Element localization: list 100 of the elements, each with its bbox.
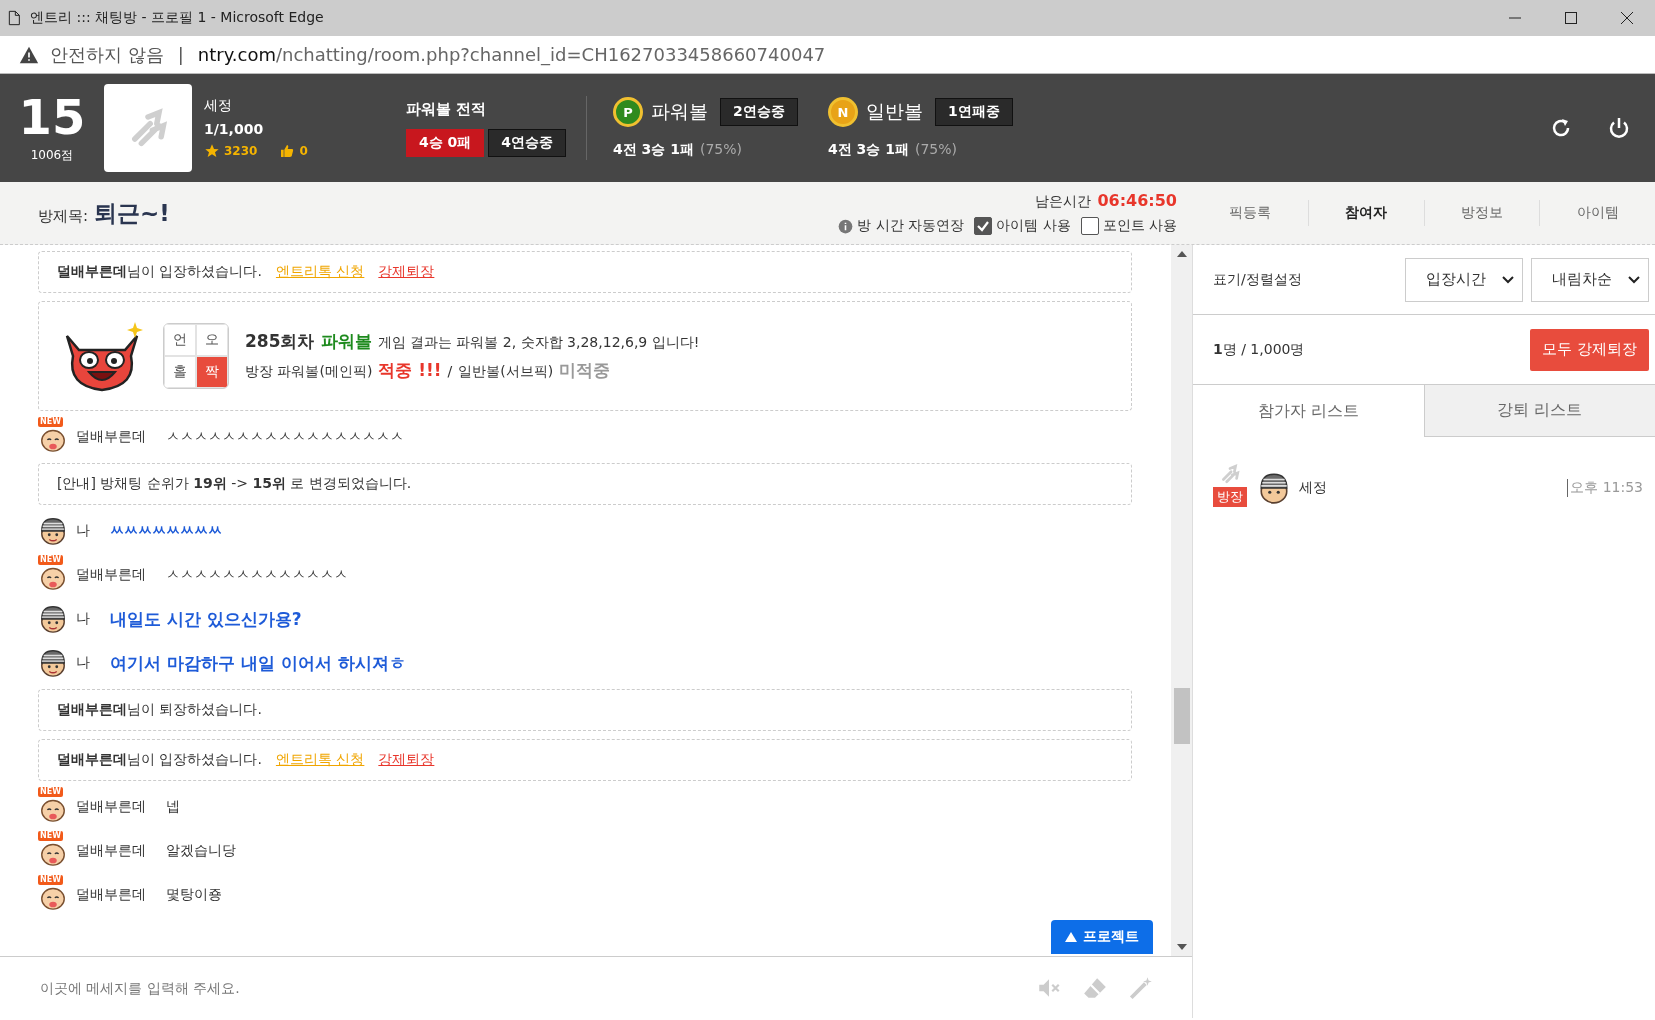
- remaining-time: 06:46:50: [1097, 191, 1177, 210]
- scrollbar[interactable]: [1171, 245, 1192, 956]
- triangle-up-icon: [1065, 932, 1077, 942]
- pick-result: 적중 !!!: [378, 359, 442, 382]
- pick-label: 일반볼(서브픽): [458, 363, 554, 381]
- scroll-down-icon[interactable]: [1176, 944, 1187, 950]
- new-badge: NEW: [38, 787, 63, 797]
- result-cell: 언: [164, 324, 196, 356]
- like-count: 0: [299, 144, 308, 158]
- scrollbar-thumb[interactable]: [1173, 688, 1190, 744]
- list-tab[interactable]: 강퇴 리스트: [1423, 385, 1655, 437]
- magic-wand-icon: [1128, 974, 1154, 1001]
- chat-message: 넵: [166, 798, 180, 816]
- user-name: 덜배부른데: [76, 842, 147, 860]
- notice-text: [안내] 방채팅 순위가 19위 -> 15위 로 변경되었습니다.: [57, 475, 412, 493]
- sort-label: 표기/정렬설정: [1213, 270, 1303, 289]
- kick-link[interactable]: 강제퇴장: [378, 751, 435, 769]
- pick-label: 방장 파워볼(메인픽): [245, 363, 373, 381]
- ball-coin: P: [613, 97, 643, 127]
- tab[interactable]: 아이템: [1539, 200, 1655, 226]
- new-badge: NEW: [38, 875, 63, 885]
- sort-dropdown[interactable]: 입장시간: [1405, 257, 1523, 302]
- kick-all-button[interactable]: 모두 강제퇴장: [1530, 328, 1649, 371]
- chat-message: 여기서 마감하구 내일 이어서 하시져ㅎ: [110, 651, 406, 675]
- member-count: 1/1,000: [204, 121, 265, 137]
- checkbox[interactable]: [1080, 217, 1099, 235]
- star-count: 3230: [224, 144, 258, 158]
- ball-name: 파워볼: [651, 99, 708, 124]
- checkbox[interactable]: [974, 217, 993, 235]
- message-input[interactable]: 이곳에 메세지를 입력해 주세요.: [38, 978, 1016, 997]
- scroll-up-icon[interactable]: [1176, 251, 1187, 257]
- close-icon: [1620, 11, 1634, 25]
- new-badge: NEW: [38, 417, 63, 427]
- notice-text: 덜배부른데님이 입장하셨습니다.: [57, 263, 262, 281]
- new-badge: NEW: [38, 555, 63, 565]
- new-badge: NEW: [38, 831, 63, 841]
- user-name: 나: [76, 610, 90, 628]
- ball-summary: 4전 3승 1패: [613, 141, 694, 157]
- chat-message: ㅅㅅㅅㅅㅅㅅㅅㅅㅅㅅㅅㅅㅅ: [166, 566, 348, 584]
- avatar-icon: [38, 648, 68, 678]
- caret-icon: [1502, 275, 1514, 284]
- notice-text: 덜배부른데님이 퇴장하셨습니다.: [57, 701, 262, 719]
- info-icon: [838, 218, 854, 234]
- logo-icon: [1219, 463, 1241, 485]
- chat-message: 내일도 시간 있으신가용?: [110, 607, 302, 631]
- participant-count: 1명 / 1,000명: [1213, 340, 1306, 359]
- record-title: 파워볼 전적: [406, 99, 488, 119]
- chat-message: 알겠습니당: [166, 842, 236, 860]
- sort-dropdown[interactable]: 내림차순: [1531, 257, 1649, 302]
- result-cell: 오: [196, 324, 228, 356]
- participant-name[interactable]: 세정: [1299, 479, 1560, 497]
- maximize-icon: [1564, 11, 1578, 25]
- avatar-icon: [38, 516, 68, 546]
- user-name: 덜배부른데: [76, 886, 147, 904]
- notice-text: 덜배부른데님이 입장하셨습니다.: [57, 751, 262, 769]
- streak-badge: 4연승중: [488, 128, 567, 157]
- user-name: 나: [76, 654, 90, 672]
- thumbs-up-icon: [279, 143, 296, 159]
- chat-message: 몇탕이죵: [166, 886, 222, 904]
- tab[interactable]: 픽등록: [1193, 200, 1308, 226]
- caret-icon: [1628, 275, 1640, 284]
- tab[interactable]: 참여자: [1307, 200, 1424, 226]
- ball-coin: N: [828, 97, 858, 127]
- option-label: 방 시간 자동연장: [857, 217, 965, 235]
- user-name: 나: [76, 522, 90, 540]
- tab[interactable]: 방정보: [1423, 200, 1540, 226]
- win-rate: (75%): [700, 141, 743, 157]
- room-title-label: 방제목:: [38, 206, 89, 225]
- user-name: 덜배부른데: [76, 428, 147, 446]
- url-text[interactable]: ntry.com/nchatting/room.php?channel_id=CH1627033458660740047: [197, 44, 826, 65]
- separator-text: |: [177, 44, 184, 65]
- result-text: 게임 결과는 파워볼 2, 숫자합 3,28,12,6,9 입니다!: [377, 334, 700, 352]
- join-time: 오후 11:53: [1567, 479, 1643, 497]
- user-name: 덜배부른데: [76, 798, 147, 816]
- security-warning[interactable]: 안전하지 않음: [50, 42, 164, 67]
- project-button[interactable]: 프로젝트: [1051, 920, 1153, 954]
- chat-message: ㅆㅆㅆㅆㅆㅆㅆㅆ: [110, 522, 222, 540]
- document-icon: [6, 8, 22, 28]
- separator-text: /: [447, 363, 453, 379]
- result-cell: 홀: [164, 356, 196, 388]
- user-name: 덜배부른데: [76, 566, 147, 584]
- pick-result: 미적중: [559, 359, 611, 382]
- avatar-icon: [38, 604, 68, 634]
- power-icon: [1607, 116, 1631, 140]
- record-badge: 4승 0패: [406, 128, 485, 157]
- rank-number: 15: [18, 92, 86, 141]
- streak-badge: 2연승중: [720, 98, 798, 126]
- points-text: 1006점: [30, 146, 74, 164]
- window-title: 엔트리 ::: 채팅방 - 프로필 1 - Microsoft Edge: [30, 9, 325, 27]
- power-button[interactable]: [1607, 116, 1631, 140]
- game-name: 파워볼: [320, 330, 372, 353]
- room-title: 퇴근~!: [94, 199, 170, 226]
- streak-badge: 1연패중: [935, 98, 1013, 126]
- round-number: 285회차: [245, 330, 315, 353]
- host-badge: 방장: [1213, 487, 1247, 507]
- time-label: 남은시간: [1035, 193, 1092, 211]
- option-label: 포인트 사용: [1102, 217, 1177, 235]
- user-name: 세정: [204, 97, 233, 115]
- star-icon: [204, 143, 220, 159]
- kick-link[interactable]: 강제퇴장: [378, 263, 435, 281]
